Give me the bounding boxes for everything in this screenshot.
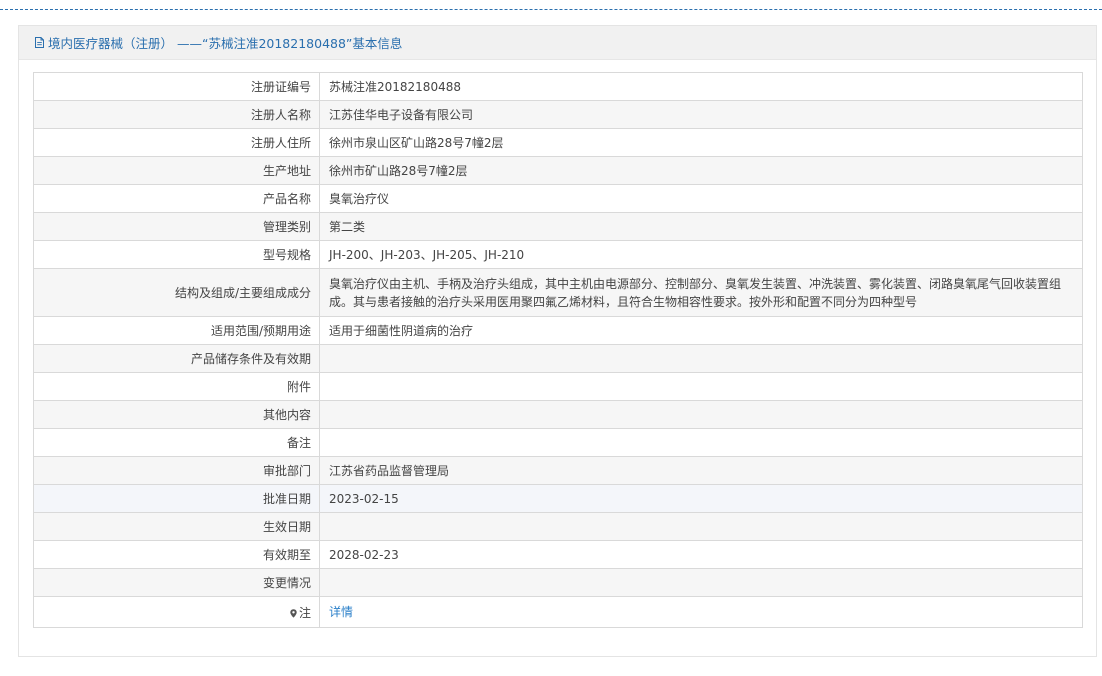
row-value: JH-200、JH-203、JH-205、JH-210 xyxy=(319,240,1083,269)
row-label: 结构及组成/主要组成成分 xyxy=(33,268,320,317)
table-row: 产品储存条件及有效期 xyxy=(33,344,1083,373)
row-label: 备注 xyxy=(33,428,320,457)
table-row: 生效日期 xyxy=(33,512,1083,541)
row-value xyxy=(319,512,1083,541)
row-value xyxy=(319,344,1083,373)
table-row: 变更情况 xyxy=(33,568,1083,597)
panel-header: 境内医疗器械（注册） ——“苏械注准20182180488”基本信息 xyxy=(19,26,1096,60)
row-value: 臭氧治疗仪 xyxy=(319,184,1083,213)
table-row: 备注 xyxy=(33,428,1083,457)
row-label: 审批部门 xyxy=(33,456,320,485)
row-value: 江苏佳华电子设备有限公司 xyxy=(319,100,1083,129)
row-label: 附件 xyxy=(33,372,320,401)
table-row: 附件 xyxy=(33,372,1083,401)
table-row: 适用范围/预期用途 适用于细菌性阴道病的治疗 xyxy=(33,316,1083,345)
row-value xyxy=(319,568,1083,597)
row-label: 注 xyxy=(298,605,311,620)
info-panel: 境内医疗器械（注册） ——“苏械注准20182180488”基本信息 注册证编号… xyxy=(18,25,1097,657)
row-value xyxy=(319,428,1083,457)
location-pin-icon xyxy=(290,608,297,618)
row-label: 有效期至 xyxy=(33,540,320,569)
page-title: 境内医疗器械（注册） ——“苏械注准20182180488”基本信息 xyxy=(48,36,403,51)
row-value: 徐州市矿山路28号7幢2层 xyxy=(319,156,1083,185)
row-label: 生产地址 xyxy=(33,156,320,185)
table-row: 注 详情 xyxy=(33,596,1083,628)
row-value: 详情 xyxy=(319,596,1083,628)
row-value: 适用于细菌性阴道病的治疗 xyxy=(319,316,1083,345)
table-row: 产品名称 臭氧治疗仪 xyxy=(33,184,1083,213)
row-label: 适用范围/预期用途 xyxy=(33,316,320,345)
row-label: 注册人名称 xyxy=(33,100,320,129)
table-row: 有效期至 2028-02-23 xyxy=(33,540,1083,569)
row-label: 生效日期 xyxy=(33,512,320,541)
row-value: 第二类 xyxy=(319,212,1083,241)
table-row: 结构及组成/主要组成成分 臭氧治疗仪由主机、手柄及治疗头组成，其中主机由电源部分… xyxy=(33,268,1083,317)
row-value: 苏械注准20182180488 xyxy=(319,72,1083,101)
table-row: 注册人住所 徐州市泉山区矿山路28号7幢2层 xyxy=(33,128,1083,157)
row-label: 管理类别 xyxy=(33,212,320,241)
row-value: 江苏省药品监督管理局 xyxy=(319,456,1083,485)
row-label: 其他内容 xyxy=(33,400,320,429)
table-row: 管理类别 第二类 xyxy=(33,212,1083,241)
document-icon xyxy=(33,36,46,49)
row-label: 注册人住所 xyxy=(33,128,320,157)
row-label: 注册证编号 xyxy=(33,72,320,101)
table-row: 注册证编号 苏械注准20182180488 xyxy=(33,72,1083,101)
table-row: 批准日期 2023-02-15 xyxy=(33,484,1083,513)
note-label-cell: 注 xyxy=(33,596,320,628)
row-label: 产品名称 xyxy=(33,184,320,213)
details-link[interactable]: 详情 xyxy=(329,605,353,619)
row-value: 2028-02-23 xyxy=(319,540,1083,569)
table-row: 审批部门 江苏省药品监督管理局 xyxy=(33,456,1083,485)
row-value xyxy=(319,400,1083,429)
table-row: 型号规格 JH-200、JH-203、JH-205、JH-210 xyxy=(33,240,1083,269)
row-label: 型号规格 xyxy=(33,240,320,269)
row-label: 变更情况 xyxy=(33,568,320,597)
row-value xyxy=(319,372,1083,401)
table-row: 其他内容 xyxy=(33,400,1083,429)
row-value: 2023-02-15 xyxy=(319,484,1083,513)
row-label: 产品储存条件及有效期 xyxy=(33,344,320,373)
info-table: 注册证编号 苏械注准20182180488 注册人名称 江苏佳华电子设备有限公司… xyxy=(33,72,1083,628)
top-divider xyxy=(0,9,1102,10)
row-value: 臭氧治疗仪由主机、手柄及治疗头组成，其中主机由电源部分、控制部分、臭氧发生装置、… xyxy=(319,268,1083,317)
table-row: 生产地址 徐州市矿山路28号7幢2层 xyxy=(33,156,1083,185)
row-value: 徐州市泉山区矿山路28号7幢2层 xyxy=(319,128,1083,157)
row-label: 批准日期 xyxy=(33,484,320,513)
table-row: 注册人名称 江苏佳华电子设备有限公司 xyxy=(33,100,1083,129)
